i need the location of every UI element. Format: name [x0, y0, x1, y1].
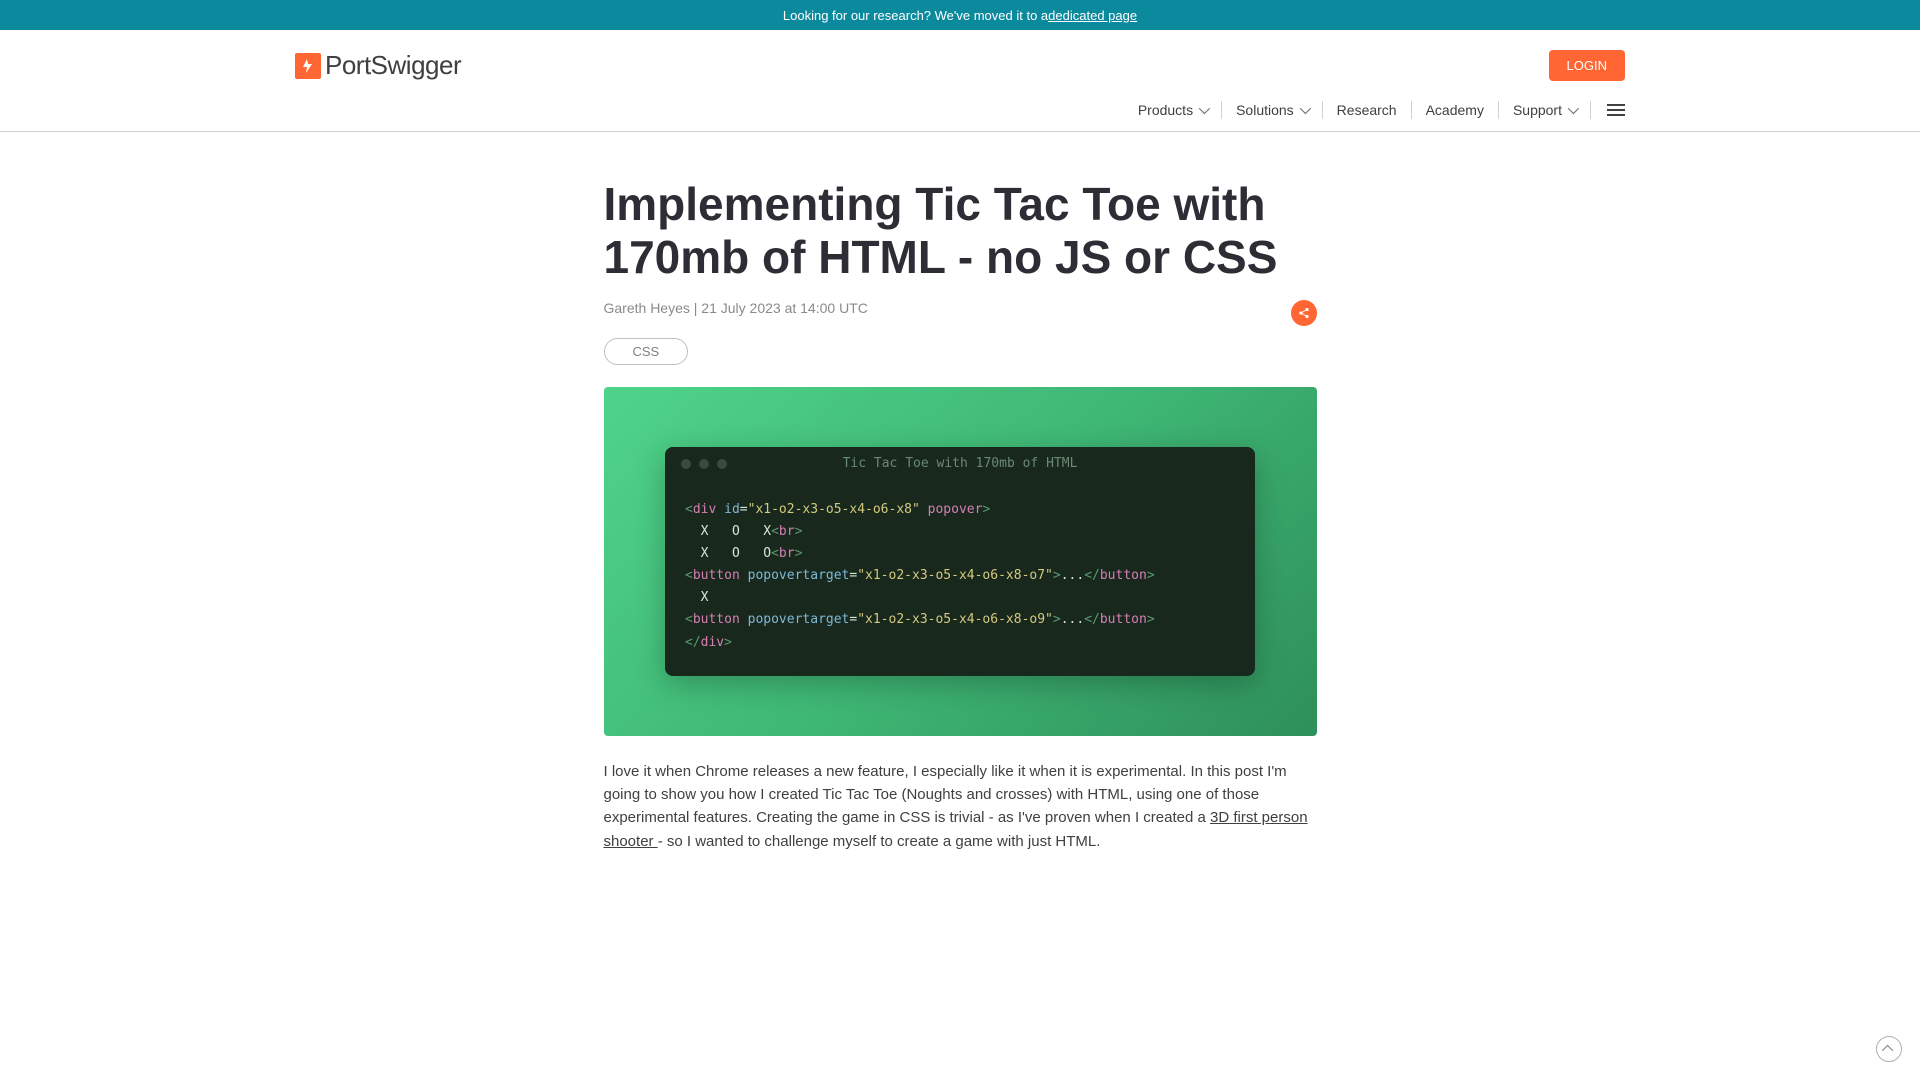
code-line: <button popovertarget="x1-o2-x3-o5-x4-o6…: [685, 565, 1235, 587]
header-top-row: PortSwigger LOGIN: [295, 30, 1625, 89]
window-title-bar: Tic Tac Toe with 170mb of HTML: [665, 447, 1255, 481]
article-meta-wrap: Gareth Heyes | 21 July 2023 at 14:00 UTC: [604, 300, 868, 316]
brand-name: PortSwigger: [325, 50, 461, 81]
code-window: Tic Tac Toe with 170mb of HTML <div id="…: [665, 447, 1255, 676]
nav-solutions[interactable]: Solutions: [1222, 101, 1323, 119]
announcement-text: Looking for our research? We've moved it…: [783, 8, 1048, 23]
code-line: </div>: [685, 632, 1235, 654]
code-line: X: [685, 587, 1235, 609]
announcement-bar: Looking for our research? We've moved it…: [0, 0, 1920, 30]
code-window-title: Tic Tac Toe with 170mb of HTML: [665, 456, 1255, 471]
nav-research[interactable]: Research: [1323, 101, 1412, 119]
nav-research-label: Research: [1337, 102, 1397, 118]
scroll-to-top-button[interactable]: [1876, 1036, 1902, 1062]
main-nav: Products Solutions Research Academy Supp…: [295, 89, 1625, 131]
meta-separator: |: [690, 300, 701, 316]
article-date: 21 July 2023 at 14:00 UTC: [701, 300, 868, 316]
arrow-up-icon: [1882, 1045, 1893, 1056]
article-byline: Gareth Heyes | 21 July 2023 at 14:00 UTC: [604, 300, 868, 316]
hamburger-menu-icon[interactable]: [1607, 104, 1625, 116]
share-icon: [1298, 307, 1310, 319]
article-author: Gareth Heyes: [604, 300, 690, 316]
body-part2: - so I wanted to challenge myself to cre…: [658, 833, 1101, 850]
hero-image: Tic Tac Toe with 170mb of HTML <div id="…: [604, 387, 1317, 736]
code-body: <div id="x1-o2-x3-o5-x4-o6-x8" popover> …: [665, 481, 1255, 676]
tag-css[interactable]: CSS: [604, 338, 689, 365]
login-button[interactable]: LOGIN: [1549, 50, 1625, 81]
chevron-down-icon: [1299, 103, 1310, 114]
chevron-down-icon: [1199, 103, 1210, 114]
share-button[interactable]: [1291, 300, 1317, 326]
site-header: PortSwigger LOGIN Products Solutions Res…: [0, 30, 1920, 132]
code-line: <button popovertarget="x1-o2-x3-o5-x4-o6…: [685, 609, 1235, 631]
announcement-link[interactable]: dedicated page: [1048, 8, 1137, 23]
tag-row: CSS: [604, 338, 1317, 365]
article-meta-row: Gareth Heyes | 21 July 2023 at 14:00 UTC: [604, 300, 1317, 326]
chevron-down-icon: [1568, 103, 1579, 114]
brand-logo[interactable]: PortSwigger: [295, 50, 461, 81]
nav-academy[interactable]: Academy: [1412, 101, 1499, 119]
article-content: Implementing Tic Tac Toe with 170mb of H…: [604, 178, 1317, 853]
code-line: X O O<br>: [685, 543, 1235, 565]
nav-support[interactable]: Support: [1499, 101, 1591, 119]
nav-solutions-label: Solutions: [1236, 102, 1294, 118]
nav-products[interactable]: Products: [1124, 101, 1222, 119]
code-line: X O X<br>: [685, 521, 1235, 543]
nav-products-label: Products: [1138, 102, 1193, 118]
article-body: I love it when Chrome releases a new fea…: [604, 760, 1317, 853]
logo-icon: [295, 53, 321, 79]
nav-support-label: Support: [1513, 102, 1562, 118]
code-line: <div id="x1-o2-x3-o5-x4-o6-x8" popover>: [685, 499, 1235, 521]
article-title: Implementing Tic Tac Toe with 170mb of H…: [604, 178, 1317, 284]
body-part1: I love it when Chrome releases a new fea…: [604, 763, 1287, 827]
nav-academy-label: Academy: [1426, 102, 1484, 118]
